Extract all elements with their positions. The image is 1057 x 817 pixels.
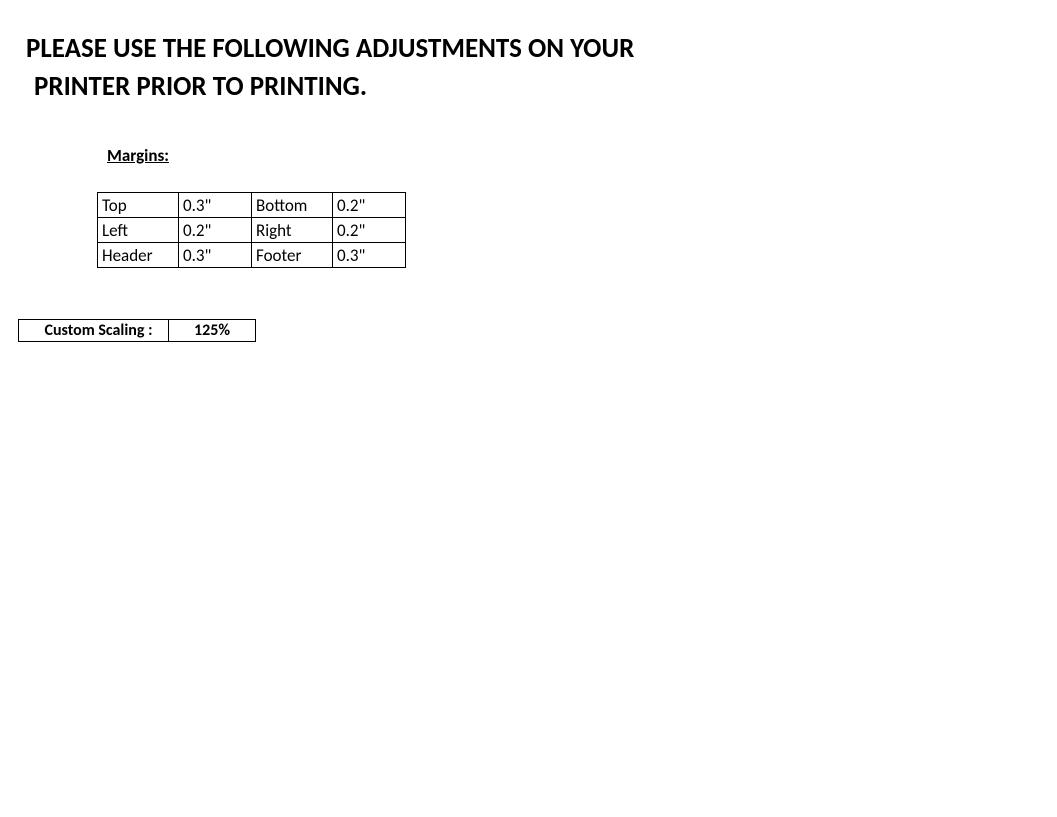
margin-value-top: 0.3" <box>179 193 252 218</box>
margin-value-bottom: 0.2" <box>333 193 406 218</box>
margin-value-footer: 0.3" <box>333 243 406 268</box>
margin-label-top: Top <box>98 193 179 218</box>
margin-label-footer: Footer <box>252 243 333 268</box>
title-line-2: PRINTER PRIOR TO PRINTING. <box>34 68 634 106</box>
custom-scaling-value: 125% <box>169 320 255 341</box>
margin-label-header: Header <box>98 243 179 268</box>
custom-scaling-label: Custom Scaling : <box>19 320 169 341</box>
margin-label-right: Right <box>252 218 333 243</box>
margin-value-header: 0.3" <box>179 243 252 268</box>
table-row: Header 0.3" Footer 0.3" <box>98 243 406 268</box>
margin-label-bottom: Bottom <box>252 193 333 218</box>
margins-heading: Margins: <box>107 145 169 166</box>
page-title: PLEASE USE THE FOLLOWING ADJUSTMENTS ON … <box>26 30 634 106</box>
margin-label-left: Left <box>98 218 179 243</box>
table-row: Left 0.2" Right 0.2" <box>98 218 406 243</box>
title-line-1: PLEASE USE THE FOLLOWING ADJUSTMENTS ON … <box>26 30 634 68</box>
margin-value-left: 0.2" <box>179 218 252 243</box>
custom-scaling-box: Custom Scaling : 125% <box>18 319 256 342</box>
margins-table: Top 0.3" Bottom 0.2" Left 0.2" Right 0.2… <box>97 192 406 268</box>
table-row: Top 0.3" Bottom 0.2" <box>98 193 406 218</box>
margin-value-right: 0.2" <box>333 218 406 243</box>
